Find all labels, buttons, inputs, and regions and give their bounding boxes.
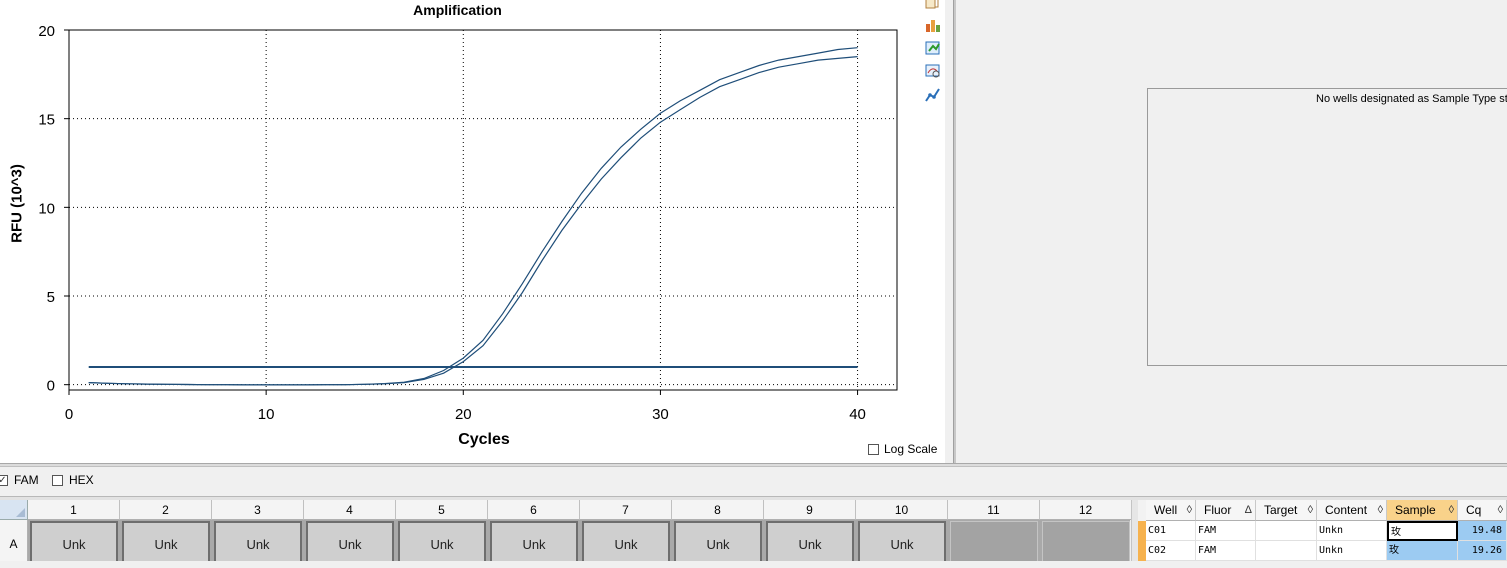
fluor-hex-label: HEX <box>69 473 94 487</box>
chart-title: Amplification <box>413 2 502 18</box>
cell-cq[interactable]: 19.26 <box>1458 541 1507 561</box>
column-header-fluor[interactable]: Fluor Δ <box>1196 500 1256 521</box>
cell-well[interactable]: C01 <box>1146 521 1196 541</box>
column-header-label: Content <box>1325 503 1368 517</box>
column-header-4[interactable]: 4 <box>304 500 396 520</box>
column-header-well[interactable]: Well ◊ <box>1146 500 1196 521</box>
standard-curve-box: No wells designated as Sample Type sta <box>1147 88 1507 366</box>
log-scale-label: Log Scale <box>884 442 938 456</box>
sort-icon[interactable]: ◊ <box>1308 500 1313 521</box>
cell-sample[interactable]: 玫 <box>1387 541 1458 561</box>
y-tick-label: 20 <box>38 23 55 40</box>
sort-icon[interactable]: ◊ <box>1449 500 1454 521</box>
export-icon[interactable] <box>924 39 942 57</box>
x-tick-label: 10 <box>258 406 275 423</box>
zoom-icon[interactable] <box>924 62 942 80</box>
fluor-hex-checkbox[interactable] <box>52 474 63 486</box>
column-header-6[interactable]: 6 <box>488 500 580 520</box>
cell-target[interactable] <box>1256 521 1317 541</box>
log-scale-toggle[interactable]: Log Scale <box>868 442 937 456</box>
column-header-target[interactable]: Target ◊ <box>1256 500 1317 521</box>
well-a10[interactable]: Unk <box>858 521 946 561</box>
sort-ascending-icon[interactable]: Δ <box>1245 500 1252 521</box>
chart-options-icon[interactable] <box>924 16 942 34</box>
row-header-a[interactable]: A <box>0 520 28 561</box>
well-a2[interactable]: Unk <box>122 521 210 561</box>
amplification-chart-pane: 0 10 20 30 40 0 5 10 15 20 Amplification RFU (10^… <box>0 0 945 463</box>
cell-target[interactable] <box>1256 541 1317 561</box>
column-header-label: Fluor <box>1204 503 1232 517</box>
well-a7[interactable]: Unk <box>582 521 670 561</box>
x-tick-label: 0 <box>65 406 73 423</box>
column-header-7[interactable]: 7 <box>580 500 672 520</box>
y-tick-label: 0 <box>47 378 55 395</box>
plate-view: A 1 Unk 2 Unk 3 Unk 4 Unk 5 Unk 6 Unk 7 Unk 8 Unk 9 Unk 10… <box>0 500 1132 561</box>
well-a11[interactable] <box>950 521 1038 561</box>
column-header-8[interactable]: 8 <box>672 500 764 520</box>
well-a9[interactable]: Unk <box>766 521 854 561</box>
x-axis-label: Cycles <box>458 431 510 448</box>
cell-fluor[interactable]: FAM <box>1196 541 1256 561</box>
well-a1[interactable]: Unk <box>30 521 118 561</box>
fluor-hex-toggle[interactable]: HEX <box>52 473 94 487</box>
cell-content[interactable]: Unkn <box>1317 521 1387 541</box>
cell-well[interactable]: C02 <box>1146 541 1196 561</box>
well-a4[interactable]: Unk <box>306 521 394 561</box>
y-tick-label: 15 <box>38 112 55 129</box>
no-standards-message: No wells designated as Sample Type sta <box>1316 93 1507 105</box>
well-a12[interactable] <box>1042 521 1130 561</box>
sort-icon[interactable]: ◊ <box>1378 500 1383 521</box>
y-axis-label: RFU (10^3) <box>8 164 26 243</box>
cell-content[interactable]: Unkn <box>1317 541 1387 561</box>
column-header-12[interactable]: 12 <box>1040 500 1132 520</box>
column-header-label: Sample <box>1395 503 1436 517</box>
row-indicator[interactable] <box>1138 541 1146 561</box>
column-header-sample[interactable]: Sample ◊ <box>1387 500 1458 521</box>
cell-fluor[interactable]: FAM <box>1196 521 1256 541</box>
trace-styles-icon[interactable] <box>924 86 942 104</box>
table-corner <box>1138 500 1146 521</box>
amplification-plot[interactable]: 0 10 20 30 40 0 5 10 15 20 <box>0 0 945 463</box>
column-header-1[interactable]: 1 <box>28 500 120 520</box>
plate-table-splitter[interactable] <box>1131 500 1138 561</box>
x-tick-label: 30 <box>652 406 669 423</box>
column-header-label: Cq <box>1466 503 1482 517</box>
column-header-label: Target <box>1264 503 1298 517</box>
column-header-label: Well <box>1154 503 1178 517</box>
well-a6[interactable]: Unk <box>490 521 578 561</box>
fluor-fam-checkbox[interactable]: ✓ <box>0 474 8 486</box>
cell-sample[interactable]: 玫 <box>1387 521 1458 541</box>
column-header-11[interactable]: 11 <box>948 500 1040 520</box>
horizontal-splitter[interactable] <box>0 463 1507 467</box>
sort-icon[interactable]: ◊ <box>1498 500 1503 521</box>
log-scale-checkbox[interactable] <box>868 443 879 455</box>
x-tick-label: 40 <box>849 406 866 423</box>
column-header-3[interactable]: 3 <box>212 500 304 520</box>
column-header-cq[interactable]: Cq ◊ <box>1458 500 1507 521</box>
well-a8[interactable]: Unk <box>674 521 762 561</box>
y-tick-label: 5 <box>47 289 55 306</box>
column-header-content[interactable]: Content ◊ <box>1317 500 1387 521</box>
column-header-5[interactable]: 5 <box>396 500 488 520</box>
plot-area <box>68 29 898 391</box>
cell-cq[interactable]: 19.48 <box>1458 521 1507 541</box>
y-tick-label: 10 <box>38 200 55 217</box>
column-header-10[interactable]: 10 <box>856 500 948 520</box>
fluor-fam-toggle[interactable]: ✓ FAM <box>0 473 39 487</box>
column-header-9[interactable]: 9 <box>764 500 856 520</box>
copy-icon[interactable] <box>924 0 942 10</box>
well-a3[interactable]: Unk <box>214 521 302 561</box>
fluorophore-bar: ✓ FAM HEX <box>0 468 1507 494</box>
well-results-table: Well ◊ Fluor Δ Target ◊ Content ◊ Sample ◊ Cq ◊ C01 F… <box>1138 500 1507 561</box>
well-a5[interactable]: Unk <box>398 521 486 561</box>
x-tick-label: 20 <box>455 406 472 423</box>
fluor-fam-label: FAM <box>14 473 39 487</box>
row-indicator[interactable] <box>1138 521 1146 541</box>
column-header-2[interactable]: 2 <box>120 500 212 520</box>
sort-icon[interactable]: ◊ <box>1187 500 1192 521</box>
select-all-corner[interactable] <box>0 500 28 520</box>
